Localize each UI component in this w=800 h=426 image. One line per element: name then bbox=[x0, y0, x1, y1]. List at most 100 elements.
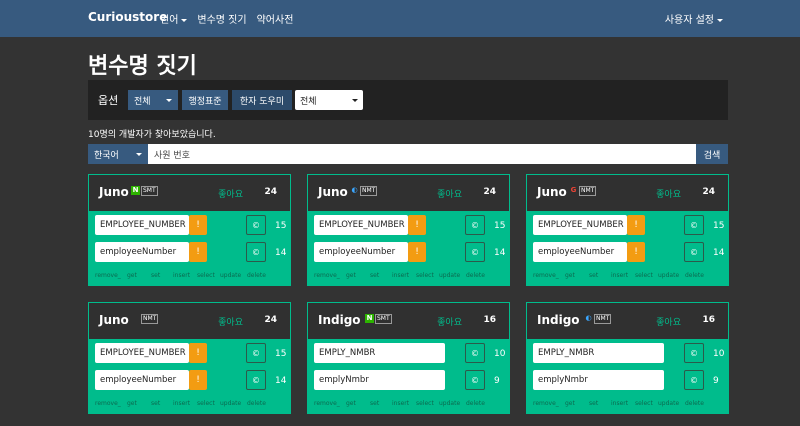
variable-name[interactable]: employeeNumber bbox=[533, 242, 627, 262]
search-button[interactable]: 검색 bbox=[696, 144, 728, 164]
copy-button[interactable]: © bbox=[465, 343, 485, 363]
prefix-link-set[interactable]: set bbox=[151, 400, 173, 407]
variable-name[interactable]: EMPLOYEE_NUMBER bbox=[314, 215, 408, 235]
prefix-link-get[interactable]: get bbox=[346, 272, 370, 279]
nav-variable-naming[interactable]: 변수명 짓기 bbox=[197, 11, 246, 26]
hanja-helper-button[interactable]: 한자 도우미 bbox=[232, 90, 292, 110]
prefix-link-insert[interactable]: insert bbox=[173, 400, 197, 407]
prefix-link-delete[interactable]: delete bbox=[466, 400, 490, 407]
like-count: 24 bbox=[702, 187, 715, 197]
nav-language[interactable]: 언어 bbox=[160, 11, 188, 26]
like-count: 24 bbox=[264, 315, 277, 325]
variable-name[interactable]: EMPLOYEE_NUMBER bbox=[533, 215, 627, 235]
prefix-link-update[interactable]: update bbox=[658, 400, 685, 407]
variable-name[interactable]: emplyNmbr bbox=[533, 370, 664, 390]
prefix-link-get[interactable]: get bbox=[127, 272, 151, 279]
prefix-link-delete[interactable]: delete bbox=[466, 272, 490, 279]
prefix-link-update[interactable]: update bbox=[439, 272, 466, 279]
search-input[interactable]: 사원 번호 bbox=[148, 144, 696, 164]
like-button[interactable]: 좋아요 bbox=[437, 187, 462, 200]
copy-button[interactable]: © bbox=[246, 343, 266, 363]
variable-name[interactable]: employeeNumber bbox=[314, 242, 408, 262]
prefix-link-select[interactable]: select bbox=[197, 400, 220, 407]
engine-badge: ◐ NMT bbox=[584, 313, 612, 324]
admin-standard-button[interactable]: 행정표준 bbox=[182, 90, 228, 110]
copy-button[interactable]: © bbox=[465, 370, 485, 390]
copy-button[interactable]: © bbox=[246, 370, 266, 390]
prefix-link-get[interactable]: get bbox=[346, 400, 370, 407]
prefix-link-remove[interactable]: remove_ bbox=[533, 272, 565, 279]
like-button[interactable]: 좋아요 bbox=[437, 315, 462, 328]
papago-icon: ◐ bbox=[585, 314, 592, 322]
nav-abbreviation-dictionary[interactable]: 약어사전 bbox=[257, 11, 294, 26]
copy-button[interactable]: © bbox=[246, 215, 266, 235]
copy-button[interactable]: © bbox=[465, 215, 485, 235]
prefix-link-get[interactable]: get bbox=[565, 272, 589, 279]
result-card: Juno G NMT 좋아요 24 EMPLOYEE_NUMBER! © 15 employee… bbox=[526, 174, 729, 286]
prefix-link-select[interactable]: select bbox=[197, 272, 220, 279]
prefix-link-insert[interactable]: insert bbox=[392, 272, 416, 279]
warning-icon[interactable]: ! bbox=[189, 215, 207, 235]
usage-count: 9 bbox=[713, 376, 719, 386]
prefix-link-select[interactable]: select bbox=[416, 400, 439, 407]
prefix-link-remove[interactable]: remove_ bbox=[95, 272, 127, 279]
variable-name[interactable]: emplyNmbr bbox=[314, 370, 445, 390]
prefix-link-select[interactable]: select bbox=[635, 272, 658, 279]
copy-button[interactable]: © bbox=[684, 370, 704, 390]
prefix-link-delete[interactable]: delete bbox=[685, 272, 709, 279]
variable-name[interactable]: employeeNumber bbox=[95, 370, 189, 390]
copy-button[interactable]: © bbox=[684, 242, 704, 262]
variable-name[interactable]: EMPLOYEE_NUMBER bbox=[95, 215, 189, 235]
prefix-link-delete[interactable]: delete bbox=[247, 400, 271, 407]
scope-select[interactable]: 전체 bbox=[128, 90, 178, 110]
like-button[interactable]: 좋아요 bbox=[218, 187, 243, 200]
variable-name[interactable]: EMPLY_NMBR bbox=[314, 343, 445, 363]
prefix-link-insert[interactable]: insert bbox=[611, 400, 635, 407]
warning-icon[interactable]: ! bbox=[189, 370, 207, 390]
copy-button[interactable]: © bbox=[684, 343, 704, 363]
warning-icon[interactable]: ! bbox=[189, 343, 207, 363]
copy-button[interactable]: © bbox=[684, 215, 704, 235]
prefix-link-select[interactable]: select bbox=[635, 400, 658, 407]
prefix-link-set[interactable]: set bbox=[370, 400, 392, 407]
prefix-link-remove[interactable]: remove_ bbox=[314, 272, 346, 279]
prefix-link-set[interactable]: set bbox=[589, 400, 611, 407]
like-button[interactable]: 좋아요 bbox=[218, 315, 243, 328]
prefix-link-insert[interactable]: insert bbox=[392, 400, 416, 407]
copy-button[interactable]: © bbox=[246, 242, 266, 262]
usage-count: 14 bbox=[494, 248, 506, 258]
prefix-link-remove[interactable]: remove_ bbox=[533, 400, 565, 407]
filter-select[interactable]: 전체 bbox=[295, 90, 363, 110]
variable-name[interactable]: employeeNumber bbox=[95, 242, 189, 262]
prefix-link-insert[interactable]: insert bbox=[173, 272, 197, 279]
warning-icon[interactable]: ! bbox=[408, 242, 426, 262]
warning-icon[interactable]: ! bbox=[408, 215, 426, 235]
prefix-link-delete[interactable]: delete bbox=[247, 272, 271, 279]
prefix-link-insert[interactable]: insert bbox=[611, 272, 635, 279]
prefix-link-remove[interactable]: remove_ bbox=[95, 400, 127, 407]
prefix-link-set[interactable]: set bbox=[370, 272, 392, 279]
prefix-link-get[interactable]: get bbox=[565, 400, 589, 407]
brand-logo[interactable]: Curioustore bbox=[88, 10, 167, 24]
prefix-link-update[interactable]: update bbox=[220, 272, 247, 279]
prefix-link-remove[interactable]: remove_ bbox=[314, 400, 346, 407]
variable-name[interactable]: EMPLOYEE_NUMBER bbox=[95, 343, 189, 363]
prefix-link-set[interactable]: set bbox=[589, 272, 611, 279]
like-button[interactable]: 좋아요 bbox=[656, 187, 681, 200]
prefix-link-update[interactable]: update bbox=[439, 400, 466, 407]
usage-count: 14 bbox=[275, 376, 287, 386]
prefix-link-update[interactable]: update bbox=[220, 400, 247, 407]
prefix-link-update[interactable]: update bbox=[658, 272, 685, 279]
user-settings-menu[interactable]: 사용자 설정 bbox=[665, 11, 723, 26]
warning-icon[interactable]: ! bbox=[627, 215, 645, 235]
prefix-link-set[interactable]: set bbox=[151, 272, 173, 279]
copy-button[interactable]: © bbox=[465, 242, 485, 262]
like-button[interactable]: 좋아요 bbox=[656, 315, 681, 328]
language-select[interactable]: 한국어 bbox=[88, 144, 148, 164]
prefix-link-get[interactable]: get bbox=[127, 400, 151, 407]
variable-name[interactable]: EMPLY_NMBR bbox=[533, 343, 664, 363]
prefix-link-delete[interactable]: delete bbox=[685, 400, 709, 407]
warning-icon[interactable]: ! bbox=[189, 242, 207, 262]
prefix-link-select[interactable]: select bbox=[416, 272, 439, 279]
warning-icon[interactable]: ! bbox=[627, 242, 645, 262]
